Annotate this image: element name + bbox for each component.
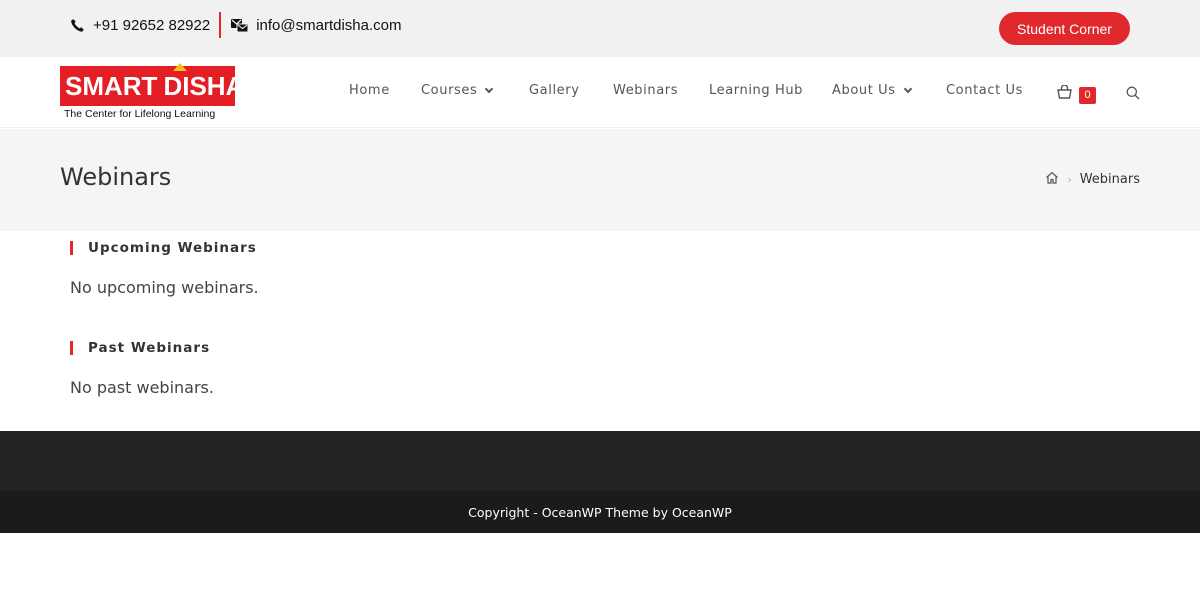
cart-button[interactable]: 0 [1057, 83, 1096, 104]
contact-divider [219, 12, 222, 38]
top-bar: +91 92652 82922 info@smartdisha.com Stud… [0, 0, 1200, 57]
nav-item-about-us[interactable]: About Us [832, 83, 912, 98]
past-webinars-message: No past webinars. [70, 378, 214, 397]
nav-item-label: Webinars [613, 83, 679, 98]
breadcrumb-home-link[interactable] [1045, 171, 1059, 188]
nav-item-learning-hub[interactable]: Learning Hub [709, 83, 803, 98]
page-header: Webinars › Webinars [0, 129, 1200, 231]
nav-item-gallery[interactable]: Gallery [529, 83, 580, 98]
upcoming-webinars-message: No upcoming webinars. [70, 278, 259, 297]
nav-item-label: Gallery [529, 83, 580, 98]
nav-item-home[interactable]: Home [349, 83, 390, 98]
nav-item-webinars[interactable]: Webinars [613, 83, 678, 98]
nav-item-label: Courses [421, 83, 478, 98]
chevron-down-icon [903, 84, 912, 93]
past-webinars-heading: Past Webinars [70, 340, 210, 356]
chevron-down-icon [485, 84, 494, 93]
phone-icon [70, 18, 85, 33]
nav-item-label: Home [349, 83, 390, 98]
copyright-text: Copyright - OceanWP Theme by OceanWP [468, 504, 732, 520]
cart-icon [1057, 84, 1072, 103]
main-navigation: Home Courses Gallery Webinars Learning H… [0, 57, 1200, 128]
phone-link[interactable]: +91 92652 82922 [70, 17, 210, 34]
email-icon [231, 18, 249, 33]
nav-item-label: Learning Hub [709, 83, 804, 98]
contact-info: +91 92652 82922 info@smartdisha.com [70, 12, 401, 38]
email-link[interactable]: info@smartdisha.com [231, 17, 401, 34]
page-title: Webinars [60, 163, 172, 191]
breadcrumb-current: Webinars [1079, 172, 1140, 187]
upcoming-webinars-heading: Upcoming Webinars [70, 240, 257, 256]
nav-item-label: Contact Us [946, 83, 1023, 98]
site-header: SMART DISHA The Center for Lifelong Lear… [0, 57, 1200, 128]
nav-item-courses[interactable]: Courses [421, 83, 494, 98]
email-address: info@smartdisha.com [256, 16, 402, 34]
cart-count-badge: 0 [1079, 87, 1096, 104]
breadcrumb: › Webinars [1045, 171, 1140, 188]
search-button[interactable] [1126, 85, 1140, 104]
chevron-right-icon: › [1067, 173, 1072, 186]
search-icon [1126, 85, 1140, 104]
footer-bottom-bar: Copyright - OceanWP Theme by OceanWP [0, 491, 1200, 533]
nav-item-label: About Us [832, 83, 896, 98]
student-corner-button[interactable]: Student Corner [999, 12, 1130, 45]
footer-widgets [0, 431, 1200, 491]
home-icon [1046, 171, 1059, 184]
phone-number: +91 92652 82922 [93, 16, 211, 34]
nav-item-contact-us[interactable]: Contact Us [946, 83, 1023, 98]
